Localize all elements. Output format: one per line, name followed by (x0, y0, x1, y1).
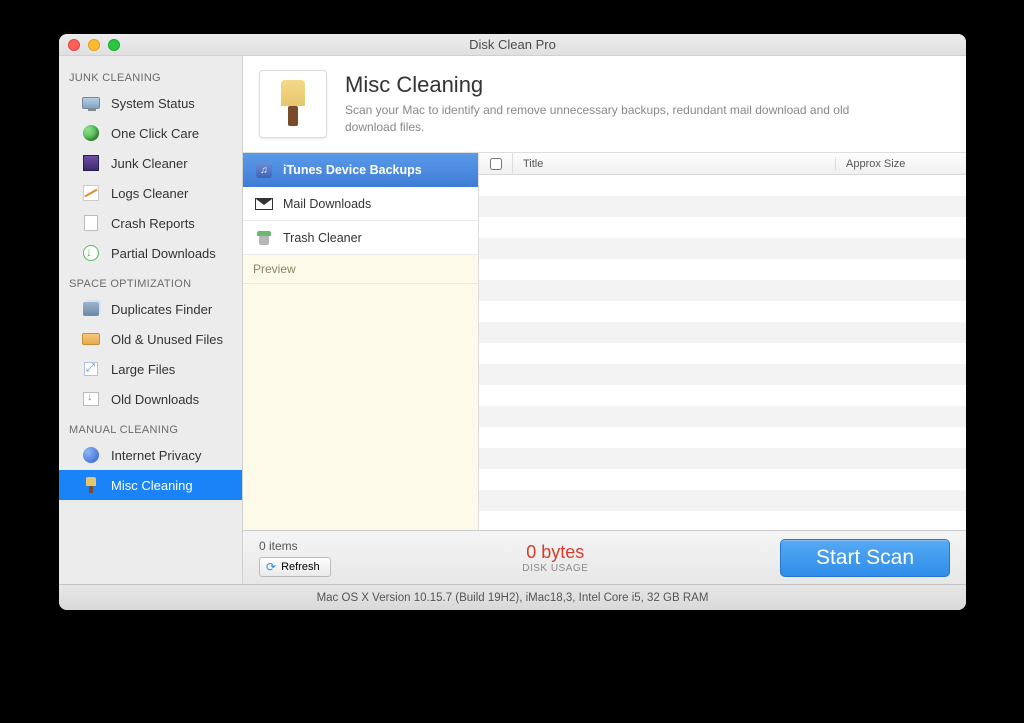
sidebar-item-label: Logs Cleaner (111, 186, 188, 201)
items-count-label: 0 items (259, 539, 331, 553)
header-panel: Misc Cleaning Scan your Mac to identify … (243, 56, 966, 153)
sidebar-item-junk-cleaner[interactable]: Junk Cleaner (59, 148, 242, 178)
sidebar: JUNK CLEANING System Status One Click Ca… (59, 56, 243, 584)
page-subtitle: Scan your Mac to identify and remove unn… (345, 102, 895, 136)
sidebar-item-label: Junk Cleaner (111, 156, 188, 171)
old-download-icon (81, 389, 101, 409)
document-icon (81, 213, 101, 233)
refresh-label: Refresh (281, 561, 320, 573)
results-panel: Title Approx Size (479, 153, 966, 530)
category-label: Mail Downloads (283, 197, 371, 211)
disk-usage-label: DISK USAGE (331, 563, 780, 574)
mail-icon (255, 195, 273, 213)
itunes-icon: ♫ (255, 161, 273, 179)
column-title[interactable]: Title (513, 158, 836, 170)
brush-icon (81, 475, 101, 495)
sidebar-item-internet-privacy[interactable]: Internet Privacy (59, 440, 242, 470)
globe-refresh-icon (81, 123, 101, 143)
table-row (479, 322, 966, 343)
sidebar-item-label: Misc Cleaning (111, 478, 193, 493)
app-window: Disk Clean Pro JUNK CLEANING System Stat… (59, 34, 966, 610)
sidebar-item-label: Partial Downloads (111, 246, 216, 261)
header-brush-icon (259, 70, 327, 138)
table-row (479, 175, 966, 196)
expand-icon (81, 359, 101, 379)
sidebar-item-label: One Click Care (111, 126, 199, 141)
sidebar-item-label: Old Downloads (111, 392, 199, 407)
page-title: Misc Cleaning (345, 72, 895, 98)
system-info-label: Mac OS X Version 10.15.7 (Build 19H2), i… (317, 592, 709, 604)
sidebar-section-junk: JUNK CLEANING (59, 62, 242, 88)
sidebar-section-space: SPACE OPTIMIZATION (59, 268, 242, 294)
window-title: Disk Clean Pro (59, 37, 966, 52)
preview-area (243, 284, 478, 530)
sidebar-item-system-status[interactable]: System Status (59, 88, 242, 118)
category-label: Trash Cleaner (283, 231, 362, 245)
category-list: ♫ iTunes Device Backups Mail Downloads T… (243, 153, 479, 530)
privacy-globe-icon (81, 445, 101, 465)
folder-icon (81, 329, 101, 349)
preview-label: Preview (243, 255, 478, 284)
table-row (479, 280, 966, 301)
sidebar-section-manual: MANUAL CLEANING (59, 414, 242, 440)
statusbar: Mac OS X Version 10.15.7 (Build 19H2), i… (59, 584, 966, 610)
column-size[interactable]: Approx Size (836, 158, 966, 170)
category-itunes-backups[interactable]: ♫ iTunes Device Backups (243, 153, 478, 187)
sidebar-item-old-downloads[interactable]: Old Downloads (59, 384, 242, 414)
table-row (479, 469, 966, 490)
footer: 0 items ⟳ Refresh 0 bytes DISK USAGE Sta… (243, 530, 966, 584)
sidebar-item-label: System Status (111, 96, 195, 111)
category-label: iTunes Device Backups (283, 163, 422, 177)
sidebar-item-crash-reports[interactable]: Crash Reports (59, 208, 242, 238)
sidebar-item-partial-downloads[interactable]: Partial Downloads (59, 238, 242, 268)
titlebar: Disk Clean Pro (59, 34, 966, 56)
main-panel: Misc Cleaning Scan your Mac to identify … (243, 56, 966, 584)
sidebar-item-one-click-care[interactable]: One Click Care (59, 118, 242, 148)
table-row (479, 217, 966, 238)
sidebar-item-logs-cleaner[interactable]: Logs Cleaner (59, 178, 242, 208)
category-mail-downloads[interactable]: Mail Downloads (243, 187, 478, 221)
results-header: Title Approx Size (479, 153, 966, 175)
sidebar-item-label: Duplicates Finder (111, 302, 212, 317)
pencil-icon (81, 183, 101, 203)
table-row (479, 406, 966, 427)
table-row (479, 427, 966, 448)
table-row (479, 490, 966, 511)
table-row (479, 238, 966, 259)
sidebar-item-label: Old & Unused Files (111, 332, 223, 347)
table-row (479, 448, 966, 469)
download-icon (81, 243, 101, 263)
monitor-icon (81, 93, 101, 113)
sidebar-item-duplicates-finder[interactable]: Duplicates Finder (59, 294, 242, 324)
table-row (479, 196, 966, 217)
sidebar-item-old-unused-files[interactable]: Old & Unused Files (59, 324, 242, 354)
sidebar-item-label: Internet Privacy (111, 448, 201, 463)
refresh-icon: ⟳ (266, 560, 276, 574)
table-row (479, 343, 966, 364)
table-row (479, 364, 966, 385)
results-rows (479, 175, 966, 530)
table-row (479, 301, 966, 322)
duplicates-icon (81, 299, 101, 319)
refresh-button[interactable]: ⟳ Refresh (259, 557, 331, 577)
table-row (479, 385, 966, 406)
table-row (479, 259, 966, 280)
sidebar-item-misc-cleaning[interactable]: Misc Cleaning (59, 470, 242, 500)
trash-icon (255, 229, 273, 247)
sidebar-item-label: Crash Reports (111, 216, 195, 231)
start-scan-button[interactable]: Start Scan (780, 539, 950, 577)
film-icon (81, 153, 101, 173)
select-all-checkbox[interactable] (479, 153, 513, 174)
category-trash-cleaner[interactable]: Trash Cleaner (243, 221, 478, 255)
sidebar-item-label: Large Files (111, 362, 175, 377)
sidebar-item-large-files[interactable]: Large Files (59, 354, 242, 384)
bytes-label: 0 bytes (331, 542, 780, 563)
